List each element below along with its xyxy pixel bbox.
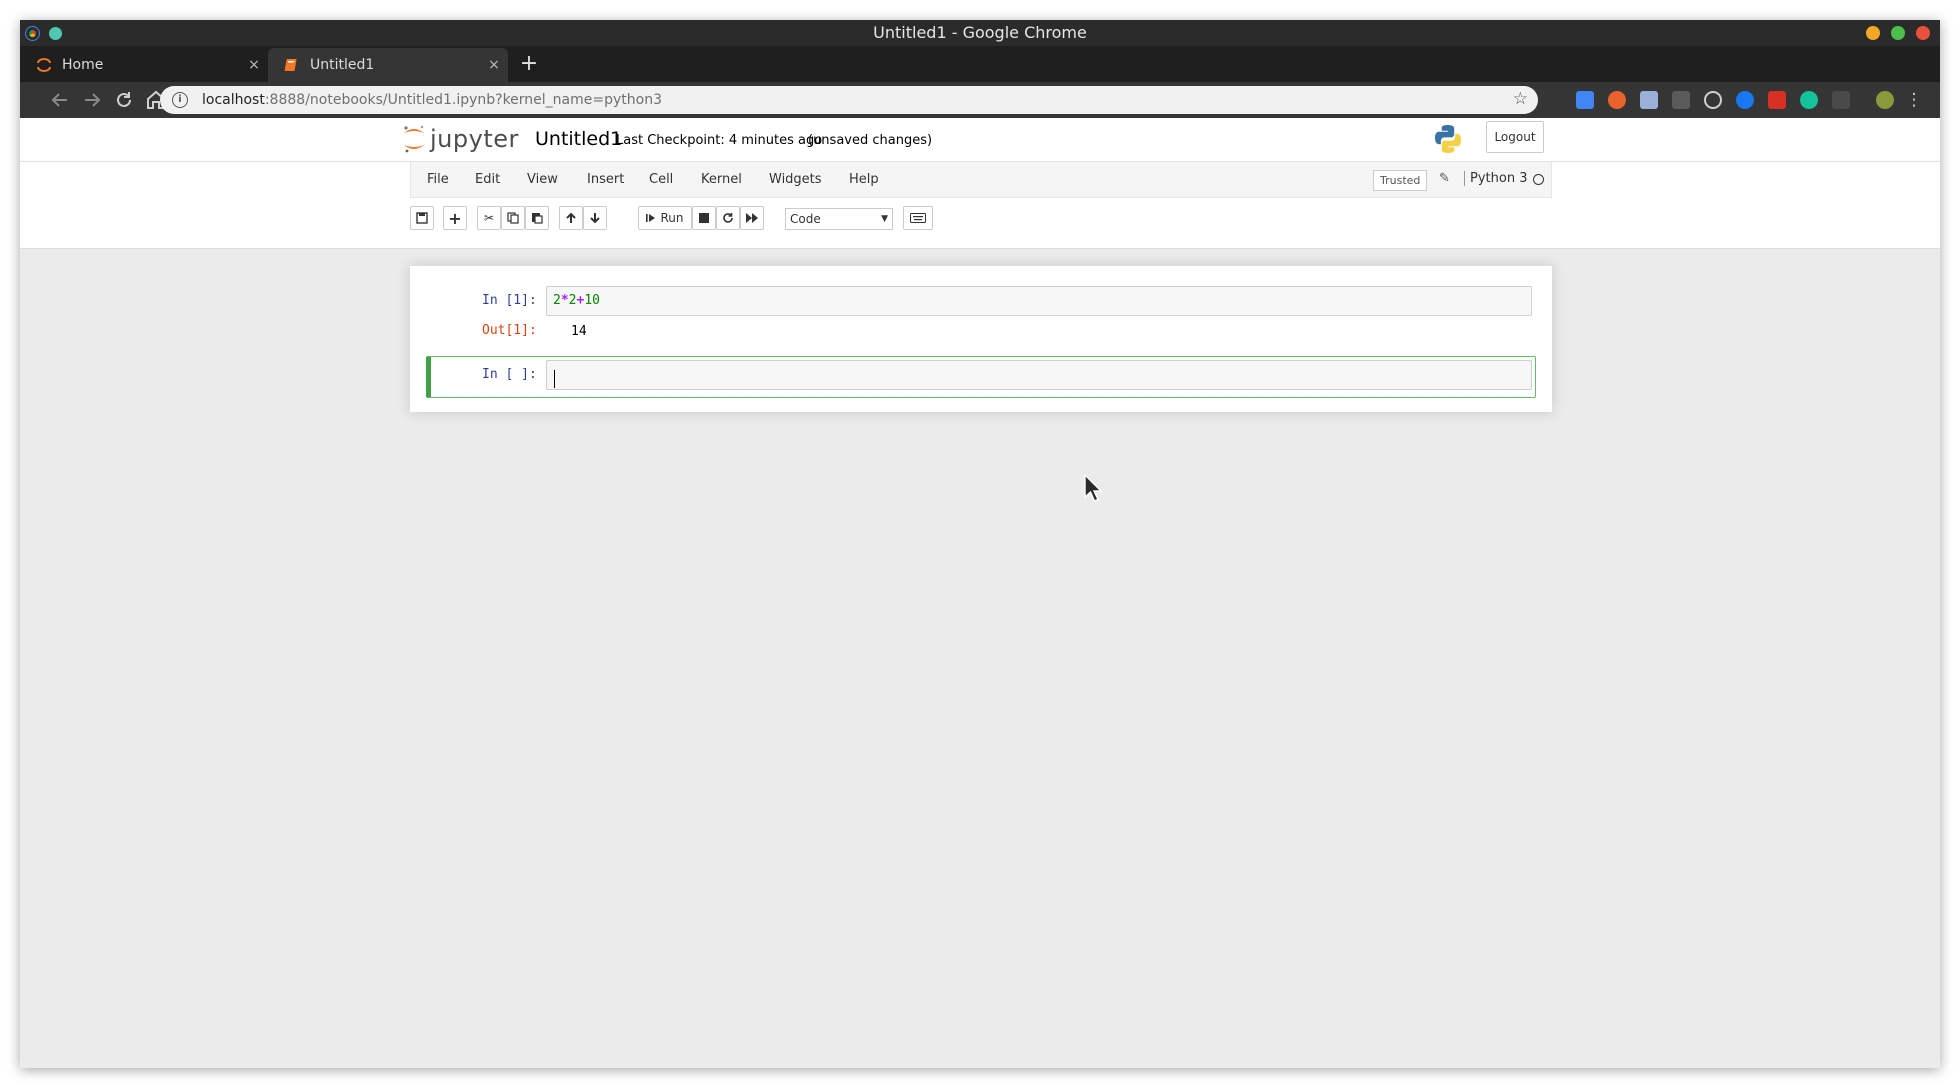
- title-bar: Untitled1 - Google Chrome: [20, 20, 1940, 46]
- cell-type-select[interactable]: Code ▼: [785, 208, 893, 230]
- search-extension-icon[interactable]: [1704, 91, 1722, 109]
- bookmark-star-icon[interactable]: ☆: [1513, 89, 1528, 109]
- notebook-tab-icon: [284, 57, 300, 73]
- mouse-pointer-icon: [1084, 474, 1103, 502]
- run-button[interactable]: Run: [638, 206, 692, 230]
- cell-2-input[interactable]: [546, 360, 1532, 390]
- tab-home[interactable]: Home ×: [20, 48, 268, 82]
- new-tab-button[interactable]: +: [516, 52, 542, 78]
- menu-insert[interactable]: Insert: [587, 172, 624, 187]
- move-down-button[interactable]: [583, 206, 607, 230]
- paste-button[interactable]: [525, 206, 549, 230]
- site-info-icon[interactable]: i: [172, 92, 188, 108]
- wr-extension-icon[interactable]: [1672, 91, 1690, 109]
- chevron-down-icon: ▼: [881, 214, 888, 224]
- jupyter-tab-icon: [36, 57, 52, 73]
- step-forward-icon: [646, 214, 656, 222]
- menu-edit[interactable]: Edit: [475, 172, 500, 187]
- tab-strip: Home × Untitled1 × +: [20, 46, 1940, 82]
- jupyter-logo-text: jupyter: [430, 125, 519, 153]
- autosave-status: (unsaved changes): [808, 133, 933, 148]
- cell-1-in-prompt: In [1]:: [482, 293, 537, 308]
- download-extension-icon[interactable]: [1640, 91, 1658, 109]
- cell-2-in-prompt: In [ ]:: [482, 367, 537, 382]
- cut-icon: ✂: [483, 211, 495, 225]
- translate-extension-icon[interactable]: [1576, 91, 1594, 109]
- notebook-name[interactable]: Untitled1: [535, 128, 622, 150]
- arrow-down-icon: [590, 213, 600, 224]
- arrow-up-icon: [566, 212, 576, 223]
- facebook-extension-icon[interactable]: [1736, 91, 1754, 109]
- notebook-container: In [1]: 2*2+10 Out[1]: 14 In [ ]:: [410, 266, 1552, 412]
- logout-button[interactable]: Logout: [1486, 121, 1544, 153]
- interrupt-button[interactable]: [692, 206, 716, 230]
- menu-file[interactable]: File: [427, 172, 449, 187]
- kernel-name[interactable]: Python 3: [1464, 171, 1527, 186]
- menu-widgets[interactable]: Widgets: [769, 172, 822, 187]
- cell-1-output: 14: [571, 324, 587, 339]
- tab-home-label: Home: [62, 57, 104, 73]
- cell-type-value: Code: [790, 212, 821, 226]
- kernel-status-icon: [1533, 174, 1544, 185]
- insert-cell-button[interactable]: +: [443, 206, 467, 230]
- address-bar[interactable]: i localhost:8888/notebooks/Untitled1.ipy…: [160, 86, 1538, 114]
- browser-menu-icon[interactable]: ⋮: [1902, 88, 1926, 112]
- reload-icon[interactable]: [112, 88, 136, 112]
- python-logo-icon: [1435, 125, 1461, 153]
- menu-cell[interactable]: Cell: [649, 172, 673, 187]
- cell-1-input[interactable]: 2*2+10: [546, 286, 1532, 316]
- close-window-button[interactable]: [1916, 26, 1930, 40]
- minimize-button[interactable]: [1866, 26, 1880, 40]
- edit-mode-pencil-icon: ✎: [1439, 171, 1450, 186]
- window-controls: [1866, 26, 1930, 40]
- browser-window: Untitled1 - Google Chrome Home × Untitle…: [20, 20, 1940, 1068]
- run-label: Run: [660, 211, 684, 225]
- menu-help[interactable]: Help: [849, 172, 879, 187]
- tab-untitled1-label: Untitled1: [310, 57, 375, 73]
- keyboard-icon: [910, 213, 926, 223]
- pdf-extension-icon[interactable]: [1768, 91, 1786, 109]
- restart-icon: [723, 213, 733, 223]
- checkpoint-status: Last Checkpoint: 4 minutes ago: [616, 133, 823, 148]
- grammarly-extension-icon[interactable]: [1800, 91, 1818, 109]
- command-palette-button[interactable]: [903, 206, 933, 230]
- close-tab-icon[interactable]: ×: [246, 57, 262, 73]
- restart-button[interactable]: [716, 206, 740, 230]
- cell-1-out-prompt: Out[1]:: [482, 323, 537, 338]
- paste-icon: [532, 213, 543, 224]
- close-tab-icon[interactable]: ×: [486, 57, 502, 73]
- tab-untitled1[interactable]: Untitled1 ×: [268, 48, 508, 82]
- window-title: Untitled1 - Google Chrome: [873, 23, 1087, 42]
- fast-forward-icon: [746, 213, 758, 223]
- text-cursor: [554, 370, 555, 388]
- link-extension-icon[interactable]: [1832, 91, 1850, 109]
- url-host: localhost: [202, 92, 265, 108]
- cell-1-code: 2*2+10: [553, 293, 600, 308]
- profile-avatar[interactable]: [1876, 91, 1894, 109]
- jupyter-header: jupyter Untitled1 Last Checkpoint: 4 min…: [20, 118, 1940, 162]
- cut-button[interactable]: ✂: [477, 206, 501, 230]
- menubar: File Edit View Insert Cell Kernel Widget…: [410, 162, 1552, 198]
- back-icon[interactable]: [48, 88, 72, 112]
- extension-icon[interactable]: [1608, 91, 1626, 109]
- browser-toolbar: i localhost:8888/notebooks/Untitled1.ipy…: [20, 82, 1940, 118]
- save-button[interactable]: [410, 206, 434, 230]
- trusted-indicator[interactable]: Trusted: [1373, 170, 1428, 191]
- maximize-button[interactable]: [1891, 26, 1905, 40]
- restart-run-all-button[interactable]: [740, 206, 764, 230]
- move-up-button[interactable]: [559, 206, 583, 230]
- copy-icon: [507, 212, 519, 224]
- forward-icon[interactable]: [80, 88, 104, 112]
- plus-icon: +: [448, 208, 462, 228]
- menu-kernel[interactable]: Kernel: [701, 172, 742, 187]
- copy-button[interactable]: [501, 206, 525, 230]
- save-icon: [416, 212, 428, 224]
- jupyter-logo[interactable]: jupyter: [402, 122, 519, 156]
- jupyter-logo-icon: [404, 125, 424, 153]
- menu-toolbar-area: File Edit View Insert Cell Kernel Widget…: [20, 162, 1940, 249]
- url-path: :8888/notebooks/Untitled1.ipynb?kernel_n…: [264, 92, 662, 108]
- stop-icon: [699, 213, 709, 223]
- menu-view[interactable]: View: [527, 172, 558, 187]
- url-text[interactable]: localhost:8888/notebooks/Untitled1.ipynb…: [202, 92, 662, 108]
